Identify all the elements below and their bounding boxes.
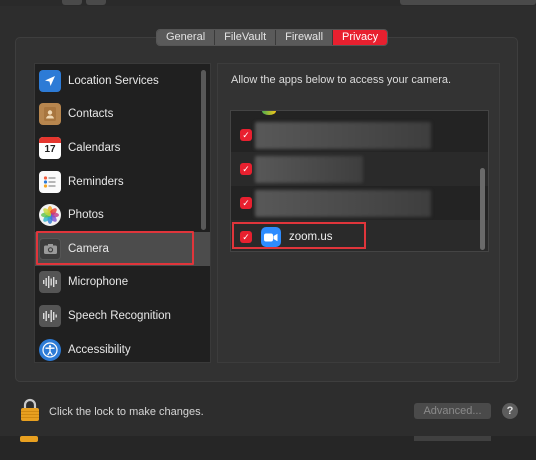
sidebar-item-label: Accessibility [68,343,131,356]
camera-icon [39,237,61,260]
camera-access-description: Allow the apps below to access your came… [231,74,452,86]
underlying-window-edge [0,436,536,460]
toolbar-remnant [0,0,536,6]
contacts-book-icon [39,103,61,126]
location-arrow-icon [39,69,61,92]
calendar-day-number: 17 [44,143,56,155]
sidebar-item-label: Microphone [68,276,129,289]
back-button[interactable] [62,0,82,5]
sidebar-item-label: Photos [68,209,104,222]
sidebar-item-label: Contacts [68,108,114,121]
app-row[interactable]: ✓ [231,118,488,152]
tab-firewall[interactable]: Firewall [276,30,334,45]
search-field[interactable] [400,0,536,5]
zoom-video-icon [261,227,281,247]
partial-app-icon [262,111,276,115]
app-checkbox[interactable]: ✓ [240,163,252,175]
help-button[interactable]: ? [502,403,518,419]
category-list-scrollbar[interactable] [201,70,206,230]
app-row[interactable]: ✓ [231,186,488,220]
photos-flower-icon [39,204,61,227]
sidebar-item-label: Reminders [68,175,124,188]
advanced-button[interactable]: Advanced... [414,403,491,419]
sidebar-item-label: Camera [68,242,109,255]
tab-general[interactable]: General [157,30,216,45]
app-list-scrollbar[interactable] [480,168,485,250]
speech-waveform-icon [39,304,61,327]
app-access-list[interactable]: ✓ ✓ ✓ ✓ zoom.us [230,110,489,252]
accessibility-icon [39,338,61,361]
microphone-waveform-icon [39,271,61,294]
sidebar-item-accessibility[interactable]: Accessibility [35,333,210,362]
sidebar-item-calendars[interactable]: 17 Calendars [35,131,210,165]
sidebar-item-reminders[interactable]: Reminders [35,165,210,199]
calendar-icon: 17 [39,136,61,159]
tab-filevault[interactable]: FileVault [215,30,277,45]
reminders-list-icon [39,170,61,193]
sidebar-item-label: Speech Recognition [68,309,171,322]
sidebar-item-contacts[interactable]: Contacts [35,98,210,132]
tab-privacy[interactable]: Privacy [333,30,388,45]
sidebar-item-location-services[interactable]: Location Services [35,64,210,98]
app-row[interactable]: ✓ [231,152,488,186]
app-checkbox[interactable]: ✓ [240,197,252,209]
privacy-category-list[interactable]: Location Services Contacts 17 Calendars … [34,63,211,363]
app-checkbox[interactable]: ✓ [240,231,252,243]
lock-icon[interactable] [20,398,40,422]
ghost-lock-icon [20,436,38,442]
sidebar-item-photos[interactable]: Photos [35,198,210,232]
sidebar-item-speech-recognition[interactable]: Speech Recognition [35,299,210,333]
sidebar-item-label: Location Services [68,74,159,87]
app-name: zoom.us [289,231,333,243]
app-row-zoom[interactable]: ✓ zoom.us [231,220,488,251]
redacted-app-name [255,121,431,149]
sidebar-item-camera[interactable]: Camera [35,231,210,266]
redacted-app-name [255,189,431,217]
sidebar-item-microphone[interactable]: Microphone [35,266,210,300]
forward-button[interactable] [86,0,106,5]
app-checkbox[interactable]: ✓ [240,129,252,141]
tab-bar: General FileVault Firewall Privacy [156,29,389,46]
redacted-app-name [255,155,363,183]
lock-instruction: Click the lock to make changes. [49,406,204,418]
sidebar-item-label: Calendars [68,141,121,154]
ghost-button [414,436,491,441]
